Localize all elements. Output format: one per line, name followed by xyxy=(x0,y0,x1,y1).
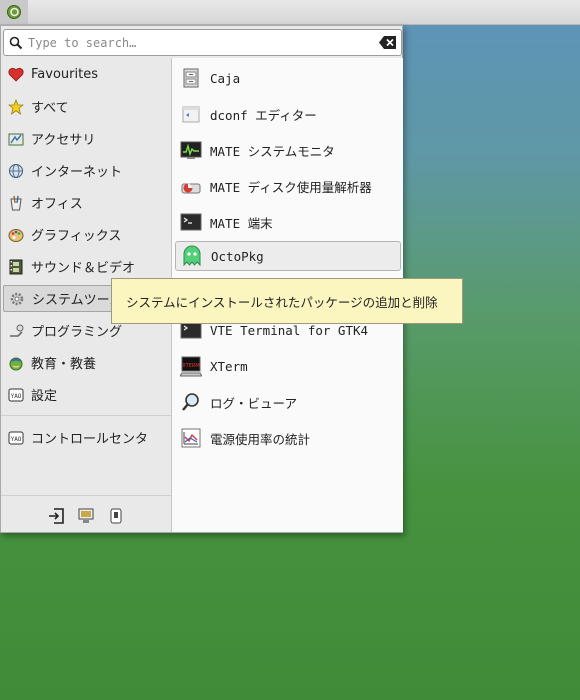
app-label: MATE ディスク使用量解析器 xyxy=(210,179,372,195)
app-item-system-monitor[interactable]: MATE システムモニタ xyxy=(175,135,401,165)
tooltip: システムにインストールされたパッケージの追加と削除 xyxy=(111,278,463,324)
settings-icon: YAO xyxy=(7,386,25,404)
dconf-icon xyxy=(180,103,202,125)
category-all[interactable]: すべて xyxy=(3,93,168,120)
main-menu-button[interactable] xyxy=(0,0,28,24)
programming-icon xyxy=(7,322,25,340)
svg-text:XTERM: XTERM xyxy=(182,363,199,369)
category-graphics[interactable]: グラフィックス xyxy=(3,221,168,248)
control-center-icon: YAO xyxy=(7,429,25,447)
svg-text:YAO: YAO xyxy=(11,436,22,443)
app-label: dconf エディター xyxy=(210,107,317,123)
app-label: 電源使用率の統計 xyxy=(210,431,311,447)
category-control-center[interactable]: YAO コントロールセンタ xyxy=(3,424,168,451)
search-icon xyxy=(4,36,28,50)
category-education[interactable]: 教育・教養 xyxy=(3,349,168,376)
category-office[interactable]: オフィス xyxy=(3,189,168,216)
category-label: 教育・教養 xyxy=(31,357,97,372)
office-icon xyxy=(7,194,25,212)
category-label: グラフィックス xyxy=(31,229,122,244)
education-icon xyxy=(7,354,25,372)
bottom-divider xyxy=(1,495,171,496)
top-panel xyxy=(0,0,580,25)
globe-icon xyxy=(7,162,25,180)
film-icon xyxy=(7,258,25,276)
app-item-dconf-editor[interactable]: dconf エディター xyxy=(175,99,401,129)
category-label: Favourites xyxy=(31,67,98,82)
category-label: すべて xyxy=(31,101,69,116)
app-label: Caja xyxy=(210,70,241,86)
heart-icon xyxy=(7,66,25,84)
category-label: コントロールセンタ xyxy=(31,432,149,447)
category-label: サウンド＆ビデオ xyxy=(31,261,136,276)
app-item-mate-terminal[interactable]: MATE 端末 xyxy=(175,207,401,237)
app-item-power-statistics[interactable]: 電源使用率の統計 xyxy=(175,423,401,453)
category-sound-video[interactable]: サウンド＆ビデオ xyxy=(3,253,168,280)
category-label: プログラミング xyxy=(31,325,123,340)
app-item-octopkg[interactable]: OctoPkg xyxy=(175,241,401,271)
app-label: OctoPkg xyxy=(211,248,264,264)
magnifier-icon xyxy=(180,391,202,413)
clear-search-icon[interactable] xyxy=(375,36,401,49)
app-label: MATE 端末 xyxy=(210,215,273,231)
lock-screen-icon[interactable] xyxy=(77,507,95,525)
palette-icon xyxy=(7,226,25,244)
app-label: VTE Terminal for GTK4 xyxy=(210,322,369,338)
tooltip-text: システムにインストールされたパッケージの追加と削除 xyxy=(126,294,438,310)
app-item-xterm[interactable]: XTERM XTerm xyxy=(175,351,401,381)
logout-icon[interactable] xyxy=(47,507,65,525)
category-internet[interactable]: インターネット xyxy=(3,157,168,184)
app-item-disk-usage-analyzer[interactable]: MATE ディスク使用量解析器 xyxy=(175,171,401,201)
app-item-log-viewer[interactable]: ログ・ビューア xyxy=(175,387,401,417)
category-favourites[interactable]: Favourites xyxy=(3,61,168,88)
category-label: アクセサリ xyxy=(31,133,96,148)
app-label: MATE システムモニタ xyxy=(210,143,335,159)
star-icon xyxy=(7,98,25,116)
svg-text:YAO: YAO xyxy=(11,393,22,400)
disk-usage-icon xyxy=(180,175,202,197)
category-label: システムツール xyxy=(32,293,123,308)
xterm-icon: XTERM xyxy=(180,355,202,377)
mate-logo-icon xyxy=(7,5,21,19)
app-label: XTerm xyxy=(210,358,248,374)
ghost-icon xyxy=(181,245,203,267)
terminal-icon xyxy=(180,211,202,233)
gear-icon xyxy=(8,290,26,308)
category-label: インターネット xyxy=(31,165,123,180)
category-divider xyxy=(1,415,171,416)
accessories-icon xyxy=(7,130,25,148)
category-accessories[interactable]: アクセサリ xyxy=(3,125,168,152)
category-settings[interactable]: YAO 設定 xyxy=(3,381,168,408)
app-item-caja[interactable]: Caja xyxy=(175,63,401,93)
search-box xyxy=(3,29,402,56)
search-input[interactable] xyxy=(28,35,375,50)
system-monitor-icon xyxy=(180,139,202,161)
shutdown-icon[interactable] xyxy=(107,507,125,525)
category-label: オフィス xyxy=(31,197,83,212)
session-buttons xyxy=(1,498,171,534)
power-stats-icon xyxy=(180,427,202,449)
file-cabinet-icon xyxy=(180,67,202,89)
category-label: 設定 xyxy=(31,389,58,404)
app-label: ログ・ビューア xyxy=(210,395,298,411)
